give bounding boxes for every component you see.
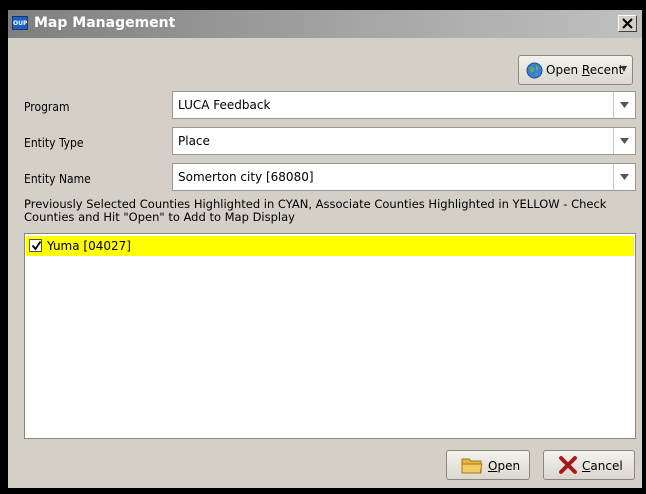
chevron-down-icon — [620, 138, 629, 144]
globe-icon — [526, 62, 543, 79]
checkbox-icon — [31, 241, 42, 251]
chevron-down-icon — [620, 102, 629, 108]
county-checkbox[interactable] — [29, 239, 42, 252]
entity-name-dropdown-button[interactable] — [613, 164, 635, 190]
program-select[interactable]: LUCA Feedback — [172, 91, 636, 119]
app-icon: OUPS — [12, 16, 28, 30]
cancel-button[interactable]: Cancel — [543, 450, 635, 480]
title-bar[interactable]: OUPS Map Management — [8, 10, 642, 38]
entity-name-value: Somerton city [68080] — [178, 170, 314, 184]
county-list[interactable]: Yuma [04027] — [24, 233, 636, 439]
entity-name-label: Entity Name — [24, 172, 91, 186]
window-title: Map Management — [34, 15, 176, 31]
entity-type-dropdown-button[interactable] — [613, 128, 635, 154]
open-button[interactable]: Open — [446, 450, 530, 480]
open-recent-button[interactable]: Open Recent ▼ — [518, 55, 633, 85]
list-item[interactable]: Yuma [04027] — [26, 236, 634, 256]
close-button[interactable] — [618, 15, 637, 32]
entity-name-select[interactable]: Somerton city [68080] — [172, 163, 636, 191]
program-dropdown-button[interactable] — [613, 92, 635, 118]
cancel-x-icon — [559, 456, 577, 474]
entity-type-select[interactable]: Place — [172, 127, 636, 155]
program-label: Program — [24, 100, 70, 114]
instructions-text: Previously Selected Counties Highlighted… — [24, 197, 607, 224]
chevron-down-icon — [620, 174, 629, 180]
cancel-button-label: Cancel — [582, 459, 623, 473]
chevron-down-icon: ▼ — [620, 64, 627, 73]
folder-icon — [461, 458, 483, 474]
map-management-dialog: OUPS Map Management Open Recent ▼ Progra… — [8, 10, 642, 488]
program-value: LUCA Feedback — [178, 98, 271, 112]
entity-type-label: Entity Type — [24, 136, 84, 150]
close-icon — [622, 18, 633, 29]
county-label: Yuma [04027] — [47, 239, 131, 253]
entity-type-value: Place — [178, 134, 210, 148]
open-button-label: Open — [488, 459, 521, 473]
open-recent-label: Open Recent — [546, 63, 624, 77]
